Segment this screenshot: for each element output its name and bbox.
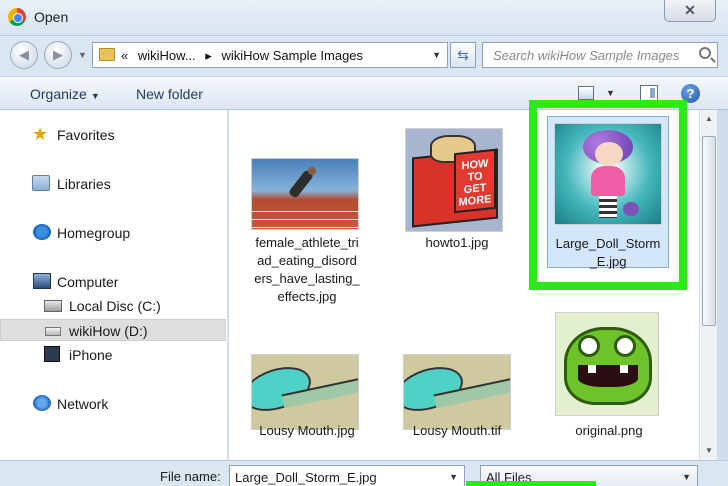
- folder-icon: [99, 48, 115, 61]
- monster-eye: [578, 335, 600, 357]
- monster-tooth: [588, 365, 596, 373]
- sidebar-item-label: Libraries: [57, 176, 111, 192]
- search-placeholder: Search wikiHow Sample Images: [493, 48, 680, 63]
- chrome-icon: [8, 8, 26, 26]
- organize-button[interactable]: Organize ▼: [30, 86, 100, 102]
- search-input[interactable]: Search wikiHow Sample Images: [482, 42, 718, 68]
- file-name-line: female_athlete_tri: [255, 235, 359, 250]
- file-item[interactable]: Lousy Mouth.tif: [387, 340, 527, 450]
- breadcrumb-item-sample-images[interactable]: wikiHow Sample Images: [221, 48, 363, 63]
- address-dropdown-icon[interactable]: ▼: [432, 50, 441, 60]
- sidebar-item-label: Network: [57, 396, 109, 412]
- file-name-line: ad_eating_disord: [257, 253, 357, 268]
- file-thumbnail: [251, 354, 359, 430]
- runner-head: [308, 167, 316, 175]
- address-bar[interactable]: « wikiHow... ▸ wikiHow Sample Images ▼: [92, 42, 448, 68]
- sidebar-item-label: wikiHow (D:): [69, 323, 148, 339]
- file-thumbnail: [251, 158, 359, 230]
- scroll-down-icon[interactable]: ▼: [702, 444, 716, 458]
- title-bar: Open ✕: [0, 0, 728, 36]
- libraries-icon: [32, 175, 50, 191]
- close-button[interactable]: ✕: [664, 0, 716, 22]
- change-view-icon[interactable]: [578, 86, 594, 100]
- chevron-down-icon[interactable]: ▼: [682, 472, 691, 482]
- file-name: original.png: [575, 423, 643, 438]
- sidebar-item-label: Favorites: [57, 127, 115, 143]
- highlight-strip: [466, 481, 596, 486]
- file-name-row: File name: Large_Doll_Storm_E.jpg ▼ All …: [0, 460, 728, 486]
- file-item[interactable]: HOW TO GET MORE howto1.jpg: [387, 118, 527, 288]
- window-title: Open: [34, 9, 69, 25]
- computer-icon: [33, 273, 51, 289]
- phone-icon: [44, 346, 60, 362]
- track-lane: [252, 219, 358, 220]
- search-icon: [699, 47, 711, 59]
- back-arrow-icon: ◀: [19, 47, 29, 62]
- chevron-down-icon[interactable]: ▼: [449, 472, 458, 482]
- breadcrumb: « wikiHow... ▸ wikiHow Sample Images: [121, 48, 369, 64]
- file-name: female_athlete_tri ad_eating_disord ers_…: [237, 234, 377, 306]
- sidebar-item-label: Computer: [57, 274, 119, 290]
- view-options-dropdown[interactable]: ▼: [606, 88, 615, 98]
- file-name: Lousy Mouth.jpg: [259, 423, 355, 438]
- vertical-scrollbar[interactable]: ▲ ▼: [699, 110, 717, 460]
- chevron-down-icon: ▼: [90, 91, 100, 101]
- monster-tooth: [620, 365, 628, 373]
- breadcrumb-separator[interactable]: ▸: [205, 48, 212, 63]
- refresh-icon: ⇆: [457, 47, 469, 63]
- file-name: howto1.jpg: [425, 235, 489, 250]
- star-icon: ★: [32, 124, 49, 144]
- file-name: Lousy Mouth.tif: [412, 423, 502, 438]
- sidebar-item-label: Homegroup: [57, 225, 131, 241]
- sidebar-item-network[interactable]: Network: [0, 393, 226, 415]
- file-thumbnail: HOW TO GET MORE: [405, 128, 503, 232]
- file-name-line: ers_have_lasting_: [254, 271, 360, 286]
- scroll-up-icon[interactable]: ▲: [702, 112, 716, 126]
- organize-label: Organize: [30, 86, 87, 102]
- network-icon: [33, 395, 51, 411]
- hard-disk-icon: [44, 300, 62, 312]
- file-name-label: File name:: [160, 469, 221, 484]
- breadcrumb-item-wikihow[interactable]: wikiHow...: [138, 48, 196, 63]
- homegroup-icon: [33, 224, 51, 240]
- new-folder-button[interactable]: New folder: [136, 86, 203, 102]
- file-name-input[interactable]: Large_Doll_Storm_E.jpg ▼: [229, 465, 465, 486]
- file-name-value: Large_Doll_Storm_E.jpg: [235, 470, 377, 485]
- forward-arrow-icon: ▶: [53, 47, 63, 62]
- file-name-line: effects.jpg: [277, 289, 337, 304]
- forward-button[interactable]: ▶: [44, 41, 72, 69]
- window-border: [717, 110, 728, 460]
- track-lane: [252, 227, 358, 228]
- sidebar-item-favorites[interactable]: ★ Favorites: [0, 124, 226, 146]
- file-thumbnail: [555, 312, 659, 416]
- file-item[interactable]: original.png: [539, 310, 679, 450]
- file-item[interactable]: Lousy Mouth.jpg: [237, 340, 377, 450]
- sidebar-item-libraries[interactable]: Libraries: [0, 173, 226, 195]
- file-item[interactable]: female_athlete_tri ad_eating_disord ers_…: [237, 118, 377, 318]
- usb-drive-icon: [45, 327, 61, 336]
- preview-pane-icon[interactable]: [640, 85, 658, 101]
- file-thumbnail: [403, 354, 511, 430]
- sidebar-item-homegroup[interactable]: Homegroup: [0, 222, 226, 244]
- breadcrumb-overflow[interactable]: «: [121, 48, 128, 63]
- sidebar-item-label: iPhone: [69, 347, 113, 363]
- monster-eye: [614, 335, 636, 357]
- sidebar-item-wikihow-drive[interactable]: wikiHow (D:): [0, 319, 226, 341]
- navigation-pane: ★ Favorites Libraries Homegroup Computer…: [0, 110, 228, 460]
- track-lane: [252, 211, 358, 212]
- sidebar-item-local-disc[interactable]: Local Disc (C:): [0, 295, 226, 317]
- recent-pages-dropdown[interactable]: ▼: [78, 50, 87, 60]
- sidebar-item-computer[interactable]: Computer: [0, 271, 226, 293]
- address-row: ◀ ▶ ▼ « wikiHow... ▸ wikiHow Sample Imag…: [0, 36, 728, 76]
- sidebar-item-iphone[interactable]: iPhone: [0, 344, 226, 366]
- highlight-box: [529, 100, 687, 290]
- scrollbar-thumb[interactable]: [702, 136, 716, 326]
- book-cover-text: HOW TO GET MORE: [454, 148, 496, 214]
- refresh-button[interactable]: ⇆: [450, 42, 476, 68]
- back-button[interactable]: ◀: [10, 41, 38, 69]
- sidebar-item-label: Local Disc (C:): [69, 298, 161, 314]
- monster-mouth: [578, 365, 638, 387]
